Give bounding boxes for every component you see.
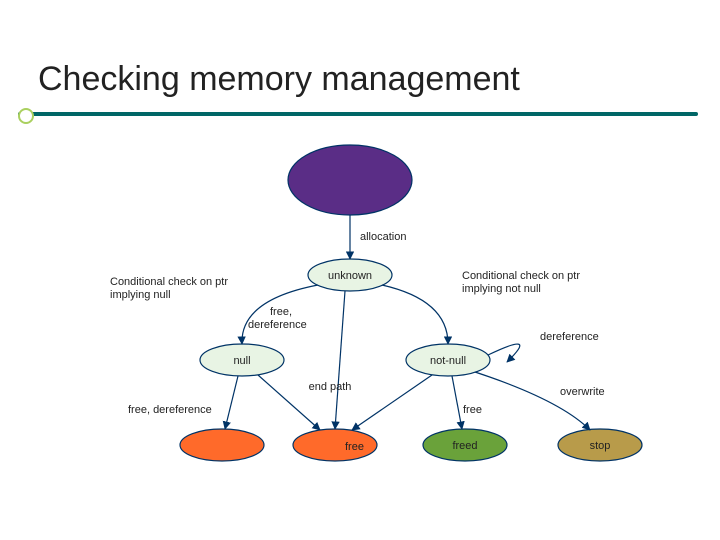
state-freed-label: freed <box>452 440 477 452</box>
diagram: unknown null not-null freed stop <box>0 0 720 540</box>
edge-unknown-freederef-label-b: dereference <box>248 319 307 331</box>
state-freed: freed <box>423 429 507 461</box>
edge-deref-loop-label: dereference <box>540 331 599 343</box>
slide: Checking memory management unknown null … <box>0 0 720 540</box>
edge-overwrite <box>475 372 590 430</box>
edge-null-freederef <box>225 376 238 429</box>
edge-allocation-label: allocation <box>360 231 406 243</box>
edge-cond-notnull-label-b: implying not null <box>462 283 541 295</box>
state-error-left <box>180 429 264 461</box>
state-unknown: unknown <box>308 259 392 291</box>
edge-notnull-freed <box>452 376 462 429</box>
edge-unknown-freederef <box>335 291 345 429</box>
edge-cond-null-label-a: Conditional check on ptr <box>110 276 228 288</box>
edge-freed-stop-label: free <box>345 441 364 453</box>
state-null: null <box>200 344 284 376</box>
state-null-label: null <box>233 355 250 367</box>
state-start <box>288 145 412 215</box>
edge-deref-loop <box>488 344 520 362</box>
edge-cond-notnull <box>382 285 448 344</box>
edge-cond-null-label-b: implying null <box>110 289 171 301</box>
edge-notnull-endpath <box>352 375 432 430</box>
state-stop-label: stop <box>590 440 611 452</box>
state-notnull-label: not-null <box>430 355 466 367</box>
state-unknown-label: unknown <box>328 270 372 282</box>
state-notnull: not-null <box>406 344 490 376</box>
edge-endpath-label: end path <box>309 381 352 393</box>
state-error-mid <box>293 429 377 461</box>
edge-overwrite-label: overwrite <box>560 386 605 398</box>
state-stop: stop <box>558 429 642 461</box>
edge-null-freederef-label: free, dereference <box>128 404 212 416</box>
edge-cond-notnull-label-a: Conditional check on ptr <box>462 270 580 282</box>
edge-notnull-freed-label: free <box>463 404 482 416</box>
edge-unknown-freederef-label-a: free, <box>270 306 292 318</box>
